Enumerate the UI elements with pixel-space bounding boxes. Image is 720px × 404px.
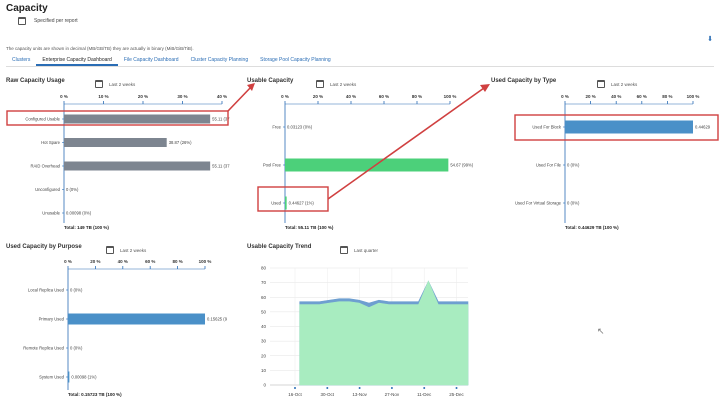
highlight-used [257, 186, 329, 212]
raw-capacity-row-label: RAID Overhead [30, 164, 60, 169]
trend-y-tick-label: 30 [261, 339, 267, 344]
raw-capacity-value-label: 55.11 (37 [212, 164, 230, 169]
trend-x-tick-label: 27-Nov [385, 392, 400, 397]
used-by-purpose-tick-label: 40 % [118, 259, 128, 264]
raw-capacity-bar [64, 114, 211, 124]
raw-capacity-tick-label: 20 % [138, 94, 148, 99]
raw-capacity-value-label: 0.00098 (0%) [66, 211, 92, 216]
usable-capacity-tick-label: 0 % [281, 94, 289, 99]
usable-capacity-value-label: 54.67 (99%) [450, 163, 473, 168]
trend-y-tick-label: 40 [261, 324, 267, 329]
used-by-type-tick-label: 40 % [611, 94, 621, 99]
raw-capacity-value-label: 38.87 (26%) [169, 140, 192, 145]
usable-capacity-row-label: Pool Free [263, 163, 282, 168]
trend-y-tick-label: 20 [261, 353, 267, 358]
used-by-purpose-tick-label: 20 % [90, 259, 100, 264]
used-by-purpose-value-label: 0 (0%) [70, 288, 83, 293]
used-by-purpose-row-label: Remote Replica Used [23, 346, 64, 351]
used-by-type-value-label: 0 (0%) [567, 163, 580, 168]
usable-capacity-tick-label: 20 % [313, 94, 323, 99]
annotation-arrow-line [227, 85, 253, 112]
used-by-purpose-tick-label: 60 % [145, 259, 155, 264]
used-by-purpose-bar [68, 313, 205, 325]
used-by-type-tick-label: 0 % [561, 94, 569, 99]
trend-x-tick-mark [294, 387, 296, 389]
usable-capacity-row-label: Free [272, 125, 281, 130]
usable-capacity-tick-label: 40 % [346, 94, 356, 99]
trend-x-tick-label: 30-Oct [321, 392, 335, 397]
trend-y-tick-label: 50 [261, 309, 267, 314]
trend-x-tick-mark [423, 387, 426, 389]
used-by-purpose-value-label: 0.00098 (1%) [71, 375, 97, 380]
usable-capacity-bar [285, 158, 449, 172]
usable-capacity-value-label: 0.44627 (1%) [289, 201, 315, 206]
dashboard-charts: 0 % 10 % 20 % 30 % 40 % Configured Usable 55.1… [6, 83, 719, 397]
raw-capacity-bar [64, 161, 211, 171]
raw-capacity-tick-label: 10 % [98, 94, 108, 99]
trend-y-tick-label: 80 [261, 266, 267, 271]
used-by-purpose-value-label: 0 (0%) [70, 346, 83, 351]
raw-capacity-row-label: Configured Usable [25, 117, 60, 122]
trend-x-tick-label: 25-Dec [449, 392, 464, 397]
used-by-purpose-tick-label: 100 % [199, 259, 212, 264]
used-by-purpose-total-label: Total: 0.15723 TB (100 %) [68, 392, 122, 397]
used-by-type-row-label: Used For Block [532, 125, 562, 130]
used-by-type-tick-label: 80 % [662, 94, 672, 99]
used-by-type-value-label: 0.44629 [695, 125, 711, 130]
raw-capacity-tick-label: 0 % [60, 94, 68, 99]
used-by-type-tick-label: 60 % [637, 94, 647, 99]
used-by-type-value-label: 0 (0%) [567, 201, 580, 206]
trend-y-tick-label: 70 [261, 280, 267, 285]
used-by-purpose-bar [68, 371, 70, 383]
used-by-purpose-tick-label: 80 % [172, 259, 182, 264]
used-by-type-total-label: Total: 0.44629 TB (100 %) [565, 225, 619, 230]
annotation-arrowhead [480, 84, 490, 92]
used-by-type-bar [565, 120, 693, 134]
raw-capacity-tick-label: 40 % [217, 94, 227, 99]
used-by-type-row-label: Used For Virtual Storage [515, 201, 562, 206]
usable-capacity-bar [285, 196, 287, 210]
usable-capacity-tick-label: 100 % [444, 94, 457, 99]
used-by-purpose-row-label: System Used [39, 375, 65, 380]
raw-capacity-row-label: Unconfigured [35, 187, 61, 192]
used-by-purpose-value-label: 0.15625 (9 [207, 317, 228, 322]
trend-y-tick-label: 60 [261, 295, 267, 300]
used-by-purpose-tick-label: 0 % [64, 259, 72, 264]
used-by-type-tick-label: 100 % [687, 94, 700, 99]
used-by-type-tick-label: 20 % [585, 94, 595, 99]
trend-y-tick-label: 0 [263, 383, 266, 388]
usable-capacity-total-label: Total: 55.11 TB (100 %) [285, 225, 334, 230]
used-by-type-row-label: Used For File [536, 163, 562, 168]
trend-x-tick-label: 13-Nov [352, 392, 367, 397]
raw-capacity-total-label: Total: 149 TB (100 %) [64, 225, 109, 230]
trend-series-area [299, 280, 469, 386]
usable-capacity-row-label: Used [271, 201, 281, 206]
used-by-purpose-row-label: Primary Used [39, 317, 65, 322]
raw-capacity-bar [64, 138, 167, 147]
trend-x-tick-mark [326, 387, 329, 389]
annotation-arrow-line [327, 87, 485, 200]
raw-capacity-tick-label: 30 % [177, 94, 187, 99]
mouse-cursor-icon: ↖ [597, 326, 605, 336]
used-by-purpose-row-label: Local Replica Used [28, 288, 65, 293]
raw-capacity-row-label: Hot Spare [41, 140, 61, 145]
usable-capacity-tick-label: 80 % [412, 94, 422, 99]
raw-capacity-value-label: 0 (0%) [66, 187, 79, 192]
usable-capacity-tick-label: 60 % [379, 94, 389, 99]
trend-x-tick-mark [390, 387, 393, 389]
trend-y-tick-label: 10 [261, 368, 267, 373]
trend-x-tick-label: 16-Oct [288, 392, 302, 397]
trend-x-tick-mark [358, 387, 361, 389]
trend-x-tick-mark [455, 387, 458, 389]
raw-capacity-row-label: Unusable [42, 211, 60, 216]
trend-x-tick-label: 11-Dec [417, 392, 432, 397]
usable-capacity-value-label: 0.03123 (0%) [287, 125, 313, 130]
